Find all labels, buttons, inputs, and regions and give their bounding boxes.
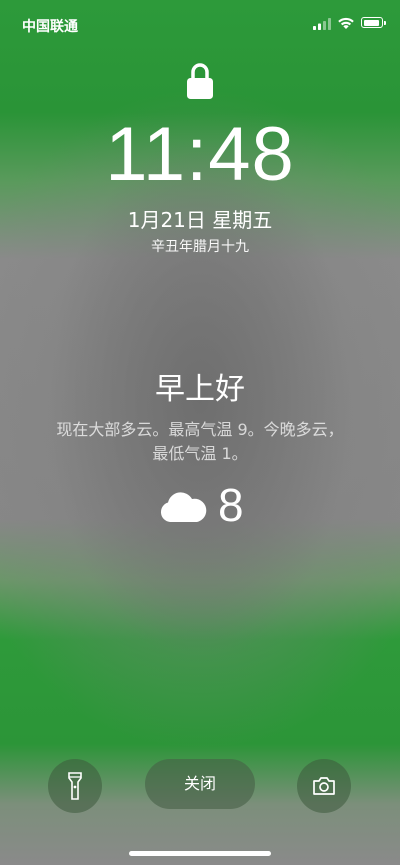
temperature-value: 8 <box>218 479 244 531</box>
flashlight-button[interactable] <box>48 759 102 813</box>
battery-icon <box>361 17 386 28</box>
flashlight-icon <box>68 772 82 800</box>
wifi-icon <box>338 17 354 29</box>
camera-icon <box>313 777 335 795</box>
status-bar: 中国联通 <box>0 0 400 48</box>
close-button[interactable]: 关闭 <box>145 759 255 809</box>
cloud-icon <box>160 492 207 522</box>
weather-widget: 8 <box>0 479 400 532</box>
carrier-label: 中国联通 <box>22 19 78 35</box>
camera-button[interactable] <box>297 759 351 813</box>
weather-description: 现在大部多云。最高气温 9。今晚多云，最低气温 1。 <box>56 420 344 463</box>
cellular-signal-icon <box>313 18 331 30</box>
home-indicator[interactable] <box>129 851 271 856</box>
lunar-date-label: 辛丑年腊月十九 <box>151 239 249 255</box>
clock-time: 11:48 <box>105 112 295 197</box>
lock-icon <box>187 63 213 99</box>
greeting-title: 早上好 <box>155 372 245 407</box>
date-label: 1月21日 星期五 <box>127 208 273 232</box>
